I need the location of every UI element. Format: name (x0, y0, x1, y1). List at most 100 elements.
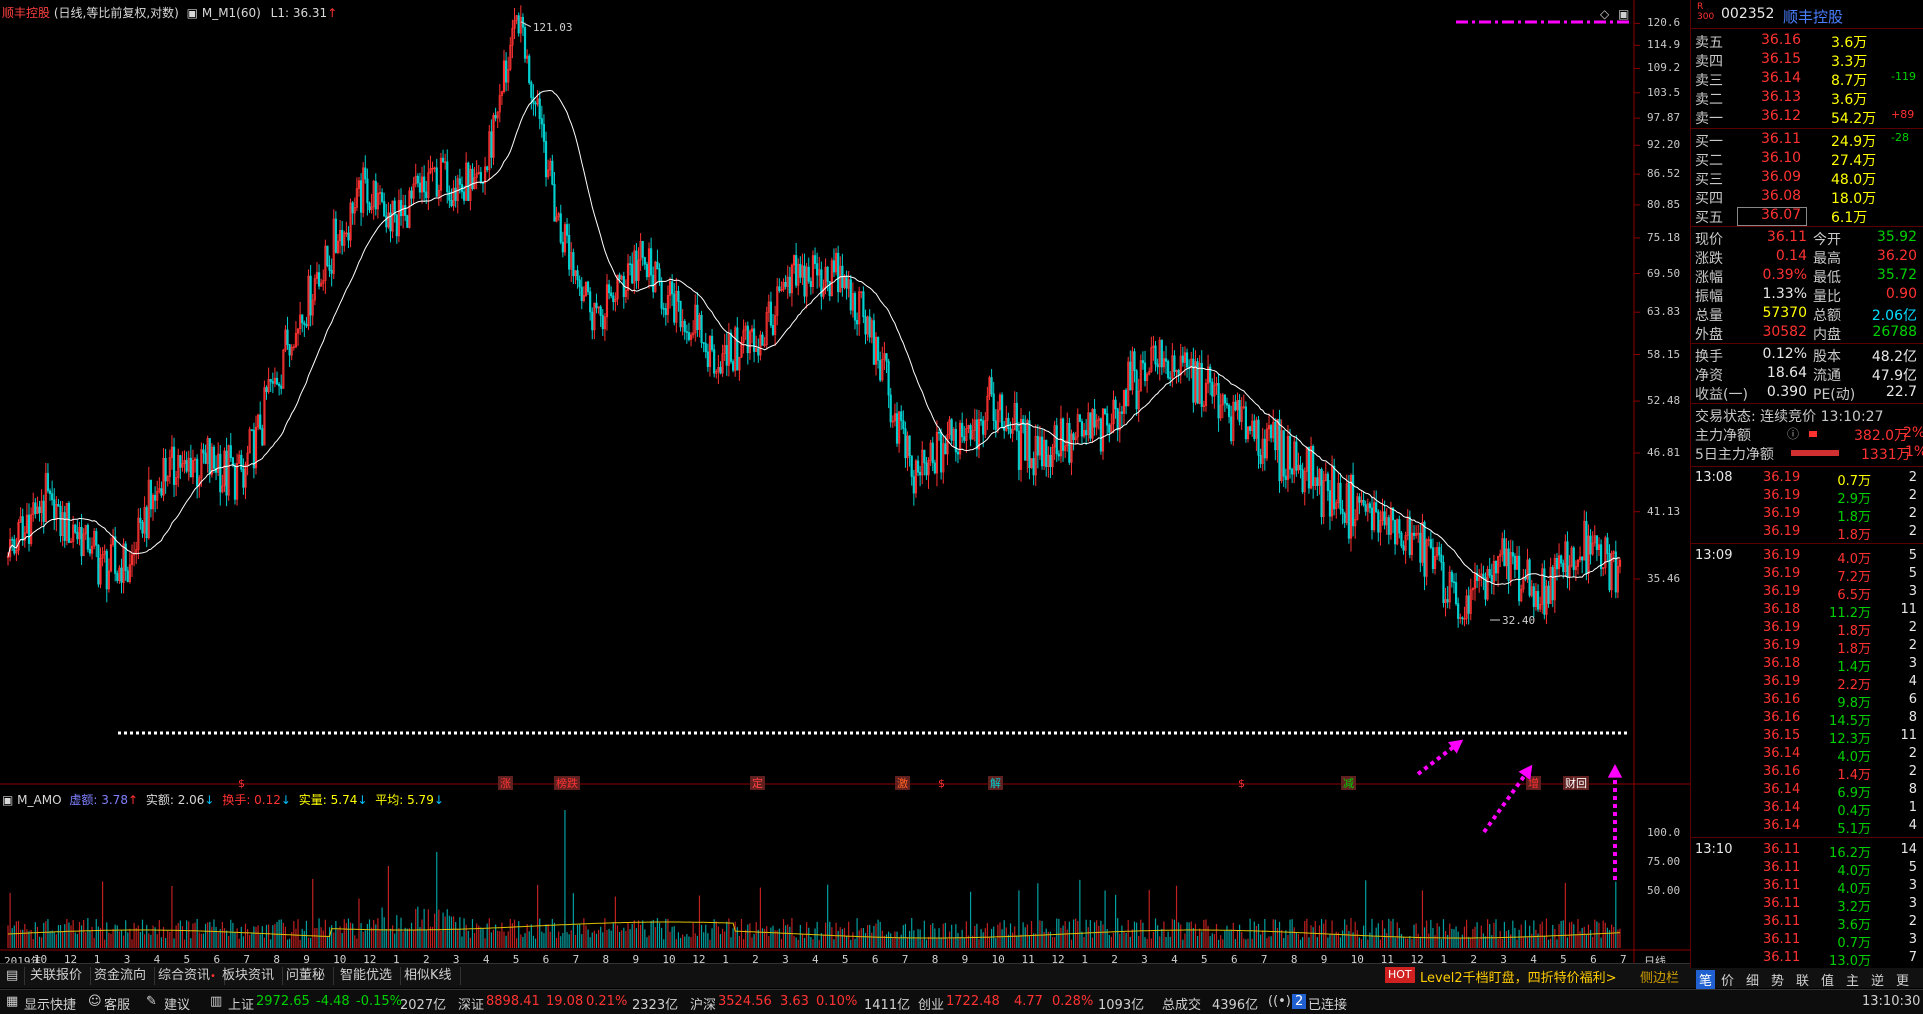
volume-bar (1264, 918, 1266, 948)
candle-body (1339, 482, 1342, 510)
candle-body (1572, 547, 1575, 570)
candle-body (416, 175, 419, 184)
volume-bar (1482, 933, 1484, 948)
bottom-tab[interactable]: 关联报价 (22, 967, 92, 985)
volume-bar (1308, 937, 1310, 948)
right-tab[interactable]: 更 (1896, 970, 1909, 989)
candle-body (900, 411, 903, 421)
volume-bar (7, 925, 9, 948)
candle-body (1431, 547, 1435, 569)
volume-bar (1182, 939, 1184, 948)
ask-level[interactable]: 卖五 36.16 3.6万 (1691, 32, 1923, 51)
suggest-icon[interactable]: ✎ (146, 994, 157, 1009)
bid-level[interactable]: 买五 36.07 6.1万 (1691, 207, 1923, 226)
close-icon[interactable]: ▣ (187, 6, 198, 20)
bid-level[interactable]: 买四 36.08 18.0万 (1691, 188, 1923, 207)
bottom-tab[interactable]: 板块资讯 (214, 967, 284, 985)
candle-body (21, 516, 24, 541)
service-button[interactable]: 客服 (104, 994, 130, 1013)
volume-bar (387, 866, 390, 948)
stock-name-panel[interactable]: 顺丰控股 (1783, 6, 1843, 27)
candle-body (725, 345, 728, 366)
volume-bar (530, 924, 532, 948)
right-tab[interactable]: 价 (1721, 970, 1734, 989)
volume-bar (1188, 922, 1190, 948)
show-quick-button[interactable]: 显示快捷 (24, 994, 76, 1013)
volume-bar (57, 925, 60, 948)
volume-bar (1230, 929, 1232, 948)
ask-level[interactable]: 卖二 36.13 3.6万 (1691, 89, 1923, 108)
chart-area[interactable]: 121.03 32.40 $ 涨榜跌定激 $ 解 $ 减增财回 ◇ ▣ 顺丰控股 (日线,等比前复… (0, 0, 1690, 983)
volume-bar (108, 932, 110, 948)
candle-body (120, 567, 123, 583)
hot-promo-link[interactable]: Level2千档盯盘，四折特价福利> (1420, 967, 1616, 986)
tick-row: 36.11 4.0万 3 (1763, 878, 1917, 897)
volume-bar (383, 917, 385, 948)
right-tab[interactable]: 势 (1771, 970, 1784, 989)
right-tab[interactable]: 笔 (1696, 970, 1716, 989)
candle-body (1103, 408, 1107, 414)
right-tab[interactable]: 细 (1746, 970, 1759, 989)
volume-bar (1396, 922, 1398, 948)
candle-body (139, 517, 142, 523)
candle-body (1278, 419, 1281, 482)
candle-body (923, 449, 926, 464)
volume-bar (1346, 924, 1348, 948)
bottom-tab[interactable]: 资金流向 (86, 967, 156, 985)
volume-bar (801, 933, 804, 948)
grid-icon[interactable]: ▦ (6, 994, 18, 1009)
ask-level[interactable]: 卖三 36.14 8.7万 -119 (1691, 70, 1923, 89)
kline-chart[interactable]: 121.0332.40$ 涨榜跌定激 $ 解 $ 减增财回◇ ▣ (0, 0, 1690, 983)
volume-bar (911, 918, 913, 948)
candle-body (813, 255, 817, 264)
stock-name[interactable]: 顺丰控股 (2, 6, 50, 20)
trade-status: 交易状态: 连续竞价 13:10:27 (1695, 409, 1884, 425)
candle-body (1080, 421, 1084, 437)
volume-bar (1114, 894, 1117, 948)
candle-body (240, 454, 243, 470)
candle-body (67, 502, 71, 543)
bottom-tab[interactable]: 问董秘 (278, 967, 335, 985)
volume-bar (545, 924, 547, 948)
candle-body (660, 281, 663, 309)
volume-bar (1526, 937, 1529, 948)
candle-body (1370, 507, 1374, 531)
candle-body (784, 281, 787, 287)
bid-level[interactable]: 买三 36.09 48.0万 (1691, 169, 1923, 188)
volume-bar (146, 924, 148, 948)
volume-bar (1508, 930, 1510, 948)
bid-level[interactable]: 买一 36.11 24.9万 -28 (1691, 131, 1923, 150)
candle-body (1167, 361, 1170, 379)
volume-bar (1138, 936, 1140, 948)
indicator-name[interactable]: M_M1(60) (202, 6, 261, 20)
bottom-tab[interactable]: 相似K线 (396, 967, 461, 985)
suggest-button[interactable]: 建议 (164, 994, 190, 1013)
bottom-tab[interactable]: 智能优选 (332, 967, 402, 985)
sidebar-toggle[interactable]: 侧边栏 (1640, 967, 1679, 986)
right-tab[interactable]: 值 (1821, 970, 1834, 989)
candle-body (1217, 383, 1220, 419)
bid-level[interactable]: 买二 36.10 27.4万 (1691, 150, 1923, 169)
volume-bar (898, 938, 900, 948)
ask-level[interactable]: 卖四 36.15 3.3万 (1691, 51, 1923, 70)
volume-bar (822, 935, 825, 948)
ask-level[interactable]: 卖一 36.12 54.2万 +89 (1691, 108, 1923, 127)
right-tab[interactable]: 主 (1846, 970, 1859, 989)
volume-bar (1615, 881, 1617, 948)
candle-body (769, 301, 773, 326)
right-tab[interactable]: 逆 (1871, 970, 1884, 989)
tick-row: 13:10 36.11 16.2万 14 (1695, 842, 1917, 861)
volume-bar (694, 933, 696, 948)
tick-row: 36.19 1.8万 2 (1763, 620, 1917, 639)
volume-bar (1392, 918, 1394, 948)
candle-body (975, 419, 978, 450)
volume-bar (1161, 928, 1163, 948)
volume-bar (24, 923, 26, 948)
volume-bar (106, 922, 108, 948)
service-icon[interactable]: ☺ (88, 994, 102, 1009)
volume-bar (1606, 927, 1608, 948)
level-price: 36.16 (1761, 32, 1802, 48)
right-tab[interactable]: 联 (1796, 970, 1809, 989)
volume-bar (406, 928, 408, 948)
volume-bar (358, 898, 360, 948)
